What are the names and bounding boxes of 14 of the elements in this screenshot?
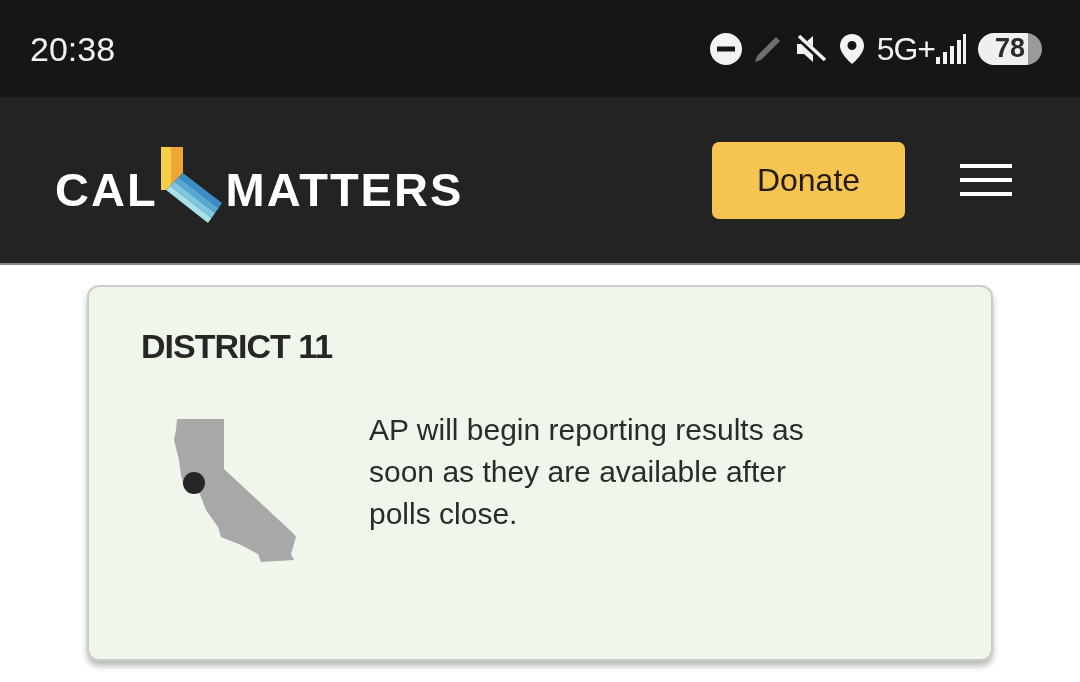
location-dot-icon: [183, 472, 205, 494]
network-type: 5G+: [876, 32, 935, 65]
results-message: AP will begin reporting results as soon as they are available after polls close.: [369, 412, 805, 532]
donate-button[interactable]: Donate: [712, 141, 905, 219]
menu-icon[interactable]: [960, 164, 1012, 196]
status-time: 20:38: [30, 31, 116, 66]
district-title: DISTRICT 11: [141, 329, 333, 363]
logo-text: CAL: [55, 166, 158, 213]
logo-text: MATTERS: [225, 166, 464, 213]
muted-speaker-icon: [794, 33, 827, 64]
battery-indicator: 78: [978, 32, 1042, 65]
location-pin-icon: [839, 33, 864, 64]
do-not-disturb-icon: [709, 32, 742, 65]
signal-strength-icon: [936, 33, 966, 64]
